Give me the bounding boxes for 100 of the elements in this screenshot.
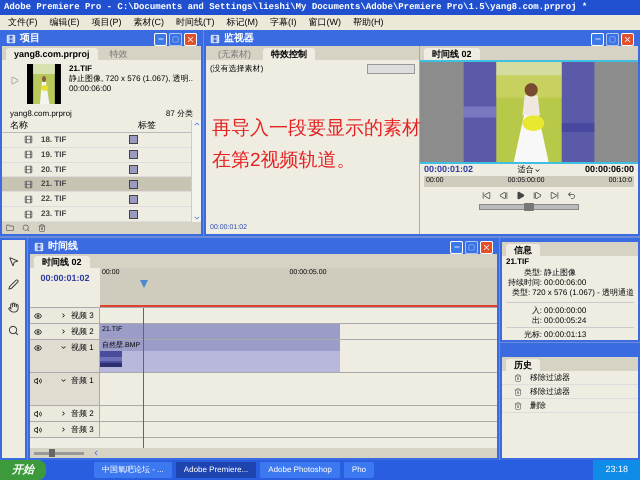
column-header[interactable]: 标签	[130, 119, 156, 133]
zoom-dropdown[interactable]: 适合	[518, 164, 540, 176]
step-forward-icon[interactable]	[533, 191, 542, 200]
menu-item[interactable]: 编辑(E)	[50, 16, 80, 30]
minimize-button[interactable]	[154, 32, 167, 46]
square-icon	[468, 244, 475, 250]
chevron-right-icon	[60, 328, 67, 335]
history-item[interactable]: 移除过滤器	[502, 371, 638, 385]
speaker-icon[interactable]	[34, 410, 42, 418]
eye-icon[interactable]	[34, 344, 42, 352]
info-value: 00:00:00:00	[544, 306, 586, 316]
expand-toggle[interactable]	[60, 328, 67, 335]
info-label: 光标:	[522, 330, 543, 340]
annotation-text: 在第2视频轨道。	[212, 150, 357, 172]
panel-tab[interactable]: yang8.com.prproj	[6, 48, 98, 60]
taskbar-button[interactable]: 中国氧吧论坛 - ...	[94, 462, 172, 478]
play-icon[interactable]	[516, 191, 525, 200]
menu-item[interactable]: 时间线(T)	[176, 16, 214, 30]
file-icon	[24, 194, 33, 204]
slider-thumb[interactable]	[48, 448, 54, 456]
project-row[interactable]: 19. TIF	[2, 148, 191, 163]
file-name: 22. TIF	[40, 193, 68, 206]
maximize-button[interactable]	[606, 32, 619, 46]
menu-item[interactable]: 素材(C)	[134, 16, 164, 30]
start-button[interactable]: 开始	[0, 460, 46, 480]
taskbar-button[interactable]: Adobe Photoshop	[260, 462, 340, 478]
clip-info: 静止图像, 720 x 576 (1.067), 透明..	[68, 74, 193, 84]
pointer-icon[interactable]	[8, 256, 19, 267]
eye-icon[interactable]	[34, 328, 42, 336]
file-name: 20. TIF	[40, 164, 68, 176]
minimize-button[interactable]	[450, 240, 463, 254]
next-icon[interactable]	[550, 191, 559, 200]
project-row[interactable]: 22. TIF	[2, 192, 191, 208]
current-timecode[interactable]: 00:00:01:02	[424, 163, 474, 177]
maximize-button[interactable]	[169, 32, 182, 46]
close-button[interactable]	[480, 240, 493, 254]
column-header[interactable]: 名称	[2, 119, 130, 133]
scroll-up-icon[interactable]	[192, 120, 200, 128]
file-icon	[24, 165, 33, 174]
label-swatch	[129, 180, 138, 189]
chevron-right-icon	[60, 312, 67, 319]
slider-thumb[interactable]	[524, 203, 534, 211]
info-label: 入:	[530, 306, 543, 316]
previous-icon[interactable]	[482, 191, 491, 200]
hand-icon[interactable]	[8, 302, 19, 313]
info-label: 类型:	[522, 268, 543, 278]
info-file: 21.TIF	[506, 256, 530, 268]
label-swatch	[129, 165, 138, 174]
close-icon	[623, 34, 632, 44]
expand-toggle[interactable]	[60, 344, 67, 351]
speaker-icon[interactable]	[34, 426, 42, 434]
zoom-slider[interactable]	[34, 452, 84, 454]
track-name: 视频 2	[71, 326, 94, 338]
history-item[interactable]: 删除	[502, 399, 638, 413]
trash-icon[interactable]	[38, 224, 46, 232]
menu-item[interactable]: 窗口(W)	[308, 16, 341, 30]
maximize-button[interactable]	[465, 240, 478, 254]
speaker-icon[interactable]	[34, 376, 42, 384]
panel-tab[interactable]: 历史	[506, 359, 540, 371]
pen-icon[interactable]	[8, 279, 19, 290]
panel-tab[interactable]: 特效控制	[263, 48, 315, 60]
menu-item[interactable]: 文件(F)	[8, 16, 38, 30]
film-icon	[34, 242, 44, 252]
menu-item[interactable]: 项目(P)	[92, 16, 122, 30]
panel-tab[interactable]: 信息	[506, 244, 540, 256]
scroll-left-icon[interactable]	[92, 449, 100, 457]
close-icon	[186, 34, 195, 44]
menu-item[interactable]: 字幕(I)	[270, 16, 296, 30]
expand-toggle[interactable]	[60, 410, 67, 417]
timeline-timecode[interactable]: 00:00:01:02	[40, 272, 90, 286]
scrollbar[interactable]	[191, 120, 201, 222]
step-back-icon[interactable]	[499, 191, 508, 200]
taskbar-button[interactable]: Pho	[344, 462, 374, 478]
file-name: 21. TIF	[40, 178, 68, 190]
zoom-icon[interactable]	[8, 325, 19, 336]
project-row[interactable]: 21. TIF	[2, 177, 191, 192]
close-button[interactable]	[621, 32, 634, 46]
expand-toggle[interactable]	[60, 426, 67, 433]
effect-field[interactable]	[367, 64, 415, 74]
taskbar-button[interactable]: Adobe Premiere...	[176, 462, 256, 478]
panel-tab[interactable]: 时间线 02	[34, 256, 90, 268]
square-icon	[609, 36, 616, 42]
chevron-down-icon	[60, 344, 67, 351]
search-icon[interactable]	[22, 224, 30, 232]
loop-icon[interactable]	[567, 191, 576, 200]
chevron-right-icon	[60, 410, 67, 417]
close-button[interactable]	[184, 32, 197, 46]
project-row[interactable]: 18. TIF	[2, 133, 191, 148]
menu-item[interactable]: 帮助(H)	[353, 16, 384, 30]
eye-icon[interactable]	[34, 312, 42, 320]
minimize-button[interactable]	[591, 32, 604, 46]
folder-icon[interactable]	[6, 224, 14, 232]
window-title: Adobe Premiere Pro - C:\Documents and Settings\lieshi\My Documents\Adobe\Premiere Pro\1.5\yang8.com.prproj *	[4, 0, 588, 14]
expand-toggle[interactable]	[60, 377, 67, 384]
expand-toggle[interactable]	[60, 312, 67, 319]
menu-item[interactable]: 标记(M)	[226, 16, 258, 30]
history-item[interactable]: 移除过滤器	[502, 385, 638, 399]
panel-tab[interactable]: 时间线 02	[424, 48, 480, 60]
jog-slider[interactable]	[479, 204, 579, 210]
scroll-down-icon[interactable]	[192, 214, 200, 222]
